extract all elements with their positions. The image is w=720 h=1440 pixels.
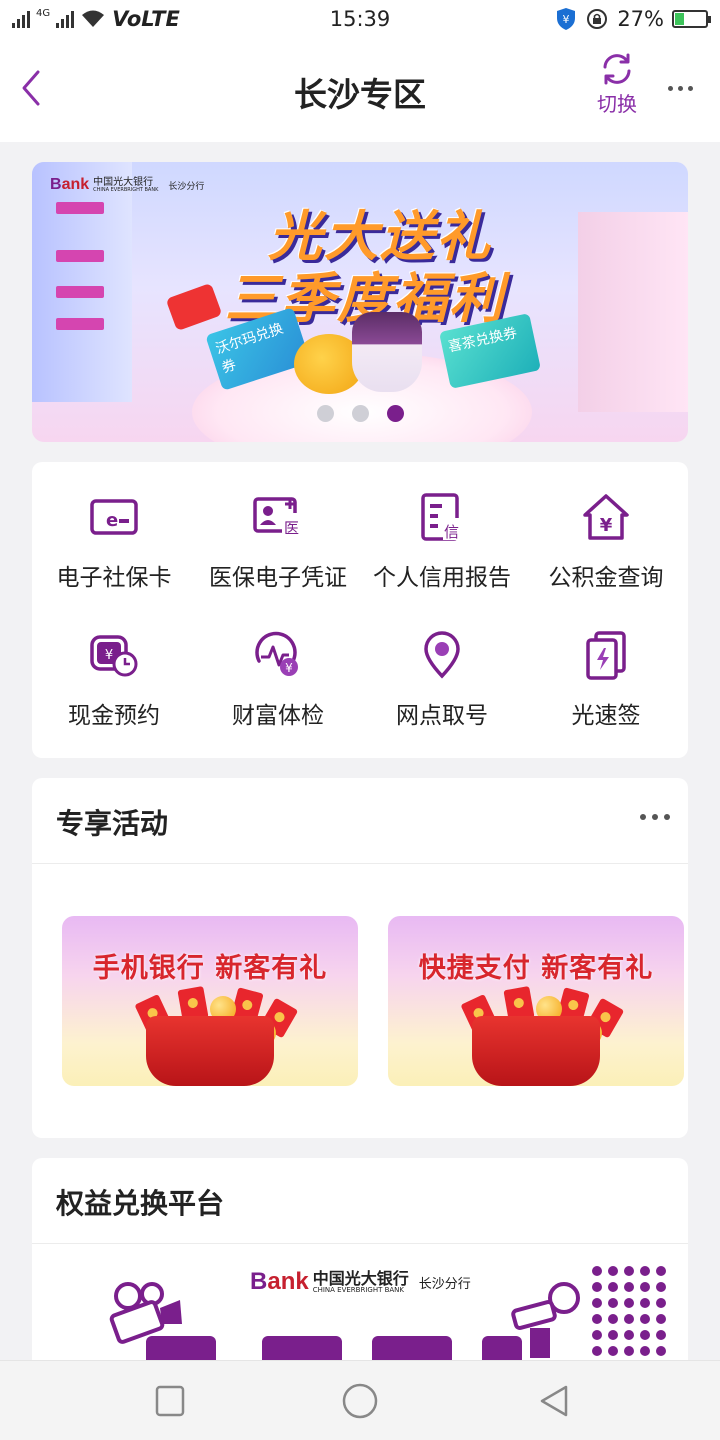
- carousel-dot-active[interactable]: [386, 405, 404, 422]
- service-label: 个人信用报告: [373, 565, 511, 591]
- home-button[interactable]: [340, 1381, 380, 1421]
- dot-icon: [640, 814, 646, 820]
- dot-icon: [677, 85, 683, 91]
- service-label: 医保电子凭证: [209, 565, 347, 591]
- volte-label: VoLTE: [112, 7, 180, 31]
- service-e-social-card[interactable]: e 电子社保卡: [32, 490, 196, 610]
- navigation-bar: 长沙专区 切换: [0, 38, 720, 142]
- service-housing-fund[interactable]: ¥ 公积金查询: [524, 490, 688, 610]
- bank-name-en: CHINA EVERBRIGHT BANK: [312, 1285, 405, 1294]
- service-medical-id[interactable]: 医 医保电子凭证: [196, 490, 360, 610]
- medical-id-icon: 医: [251, 490, 305, 544]
- credit-report-icon: 信: [415, 490, 469, 544]
- svg-text:e: e: [106, 510, 118, 531]
- svg-text:¥: ¥: [600, 515, 613, 536]
- gift-basket-icon: [146, 1016, 274, 1086]
- status-right: ¥ 27%: [555, 7, 711, 31]
- rotation-lock-icon: [587, 9, 608, 29]
- svg-text:医: 医: [284, 519, 299, 537]
- bank-wordmark: Bank: [250, 1268, 309, 1295]
- dot-icon: [687, 85, 693, 91]
- dot-pattern: [592, 1266, 672, 1366]
- housing-fund-icon: ¥: [579, 490, 633, 544]
- status-left: 4G VoLTE: [12, 7, 180, 31]
- section-header: 专享活动: [32, 778, 688, 864]
- carousel-dot[interactable]: [316, 405, 334, 422]
- svg-text:¥: ¥: [563, 13, 570, 26]
- carousel-indicator: [32, 405, 688, 422]
- section-header: 权益兑换平台: [32, 1158, 688, 1244]
- wifi-icon: [82, 10, 105, 27]
- signal-icon-2: [56, 10, 75, 28]
- service-wealth-checkup[interactable]: ¥ 财富体检: [196, 628, 360, 748]
- section-title: 专享活动: [56, 807, 169, 840]
- bank-name-cn: 中国光大银行: [312, 1268, 409, 1288]
- service-label: 电子社保卡: [56, 565, 172, 591]
- signal-icon: [12, 10, 30, 28]
- activity-card-quick-pay[interactable]: 快捷支付 新客有礼: [388, 916, 684, 1086]
- svg-text:¥: ¥: [285, 661, 293, 675]
- services-grid: e 电子社保卡 医 医保电子凭证 信 个人信用报告 ¥ 公积金查询 ¥ 现金预约…: [32, 462, 688, 758]
- back-nav-button[interactable]: [534, 1381, 574, 1421]
- rights-banner[interactable]: Bank 中国光大银行 CHINA EVERBRIGHT BANK 长沙分行: [32, 1246, 688, 1366]
- service-label: 财富体检: [232, 703, 324, 729]
- carousel-dot[interactable]: [351, 405, 369, 422]
- system-navigation-bar: [0, 1360, 720, 1440]
- activities-section: 专享活动 手机银行 新客有礼 快捷支付 新客有礼: [32, 778, 688, 1138]
- shield-yen-icon: ¥: [557, 8, 576, 30]
- quick-sign-icon: [579, 628, 633, 682]
- dot-icon: [667, 85, 673, 91]
- promo-banner[interactable]: Bank 中国光大银行 CHINA EVERBRIGHT BANK 长沙分行 光…: [32, 162, 688, 442]
- svg-text:信: 信: [444, 523, 459, 541]
- service-queue-number[interactable]: 网点取号: [360, 628, 524, 748]
- decorative-letters: [146, 1336, 522, 1366]
- recent-apps-button[interactable]: [150, 1381, 190, 1421]
- bank-logo: Bank 中国光大银行 CHINA EVERBRIGHT BANK 长沙分行: [250, 1268, 471, 1296]
- switch-city-button[interactable]: 切换: [590, 52, 644, 118]
- more-button[interactable]: [640, 814, 670, 820]
- refresh-icon: [603, 53, 631, 85]
- wealth-checkup-icon: ¥: [251, 628, 305, 682]
- battery-fill: [675, 13, 684, 25]
- microphone-icon: [511, 1282, 580, 1358]
- back-button[interactable]: [14, 66, 54, 110]
- activity-card-mobile-banking[interactable]: 手机银行 新客有礼: [62, 916, 358, 1086]
- drink-illustration: [352, 312, 422, 392]
- status-bar: 4G VoLTE 15:39 ¥ 27%: [0, 0, 720, 38]
- dot-icon: [664, 814, 670, 820]
- section-title: 权益兑换平台: [56, 1187, 225, 1220]
- e-card-icon: e: [87, 490, 141, 544]
- service-label: 光速签: [571, 703, 641, 729]
- dot-icon: [652, 814, 658, 820]
- service-quick-sign[interactable]: 光速签: [524, 628, 688, 748]
- service-credit-report[interactable]: 信 个人信用报告: [360, 490, 524, 610]
- branch-name: 长沙分行: [168, 181, 205, 192]
- location-pin-icon: [415, 628, 469, 682]
- battery-icon: [672, 10, 711, 28]
- cash-appointment-icon: ¥: [87, 628, 141, 682]
- svg-text:¥: ¥: [105, 648, 113, 663]
- activity-title: 快捷支付 新客有礼: [418, 953, 654, 984]
- branch-name: 长沙分行: [418, 1276, 471, 1292]
- activity-title: 手机银行 新客有礼: [92, 953, 328, 984]
- service-label: 现金预约: [68, 703, 160, 729]
- gift-basket-icon: [472, 1016, 600, 1086]
- network-type: 4G: [36, 7, 51, 19]
- more-options-button[interactable]: [660, 68, 700, 108]
- service-label: 公积金查询: [548, 565, 664, 591]
- chevron-left-icon: [22, 70, 40, 106]
- service-cash-appointment[interactable]: ¥ 现金预约: [32, 628, 196, 748]
- bank-name-cn: 中国光大银行: [93, 176, 154, 188]
- service-label: 网点取号: [396, 703, 488, 729]
- battery-percent: 27%: [617, 7, 664, 31]
- switch-label: 切换: [597, 92, 637, 116]
